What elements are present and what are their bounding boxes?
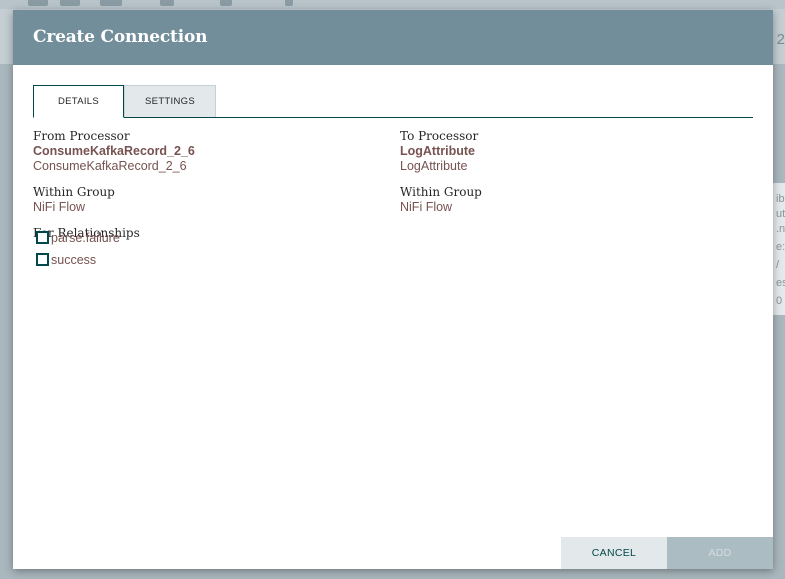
- dialog-title: Create Connection: [33, 27, 208, 47]
- success-label[interactable]: success: [51, 253, 96, 267]
- to-processor-heading: To Processor: [400, 129, 479, 143]
- to-group-heading: Within Group: [400, 185, 482, 199]
- to-processor-section: To Processor LogAttribute LogAttribute W…: [400, 128, 730, 215]
- dialog-header: Create Connection: [13, 10, 773, 65]
- from-processor-name: ConsumeKafkaRecord_2_6: [33, 144, 195, 158]
- background-toolbar: [0, 0, 785, 9]
- from-processor-heading: From Processor: [33, 129, 130, 143]
- parse-failure-label[interactable]: parse.failure: [51, 231, 120, 245]
- success-checkbox[interactable]: [36, 253, 49, 266]
- dialog-tabs: DETAILS SETTINGS: [33, 85, 753, 118]
- to-processor-type: LogAttribute: [400, 159, 468, 173]
- from-group-heading: Within Group: [33, 185, 115, 199]
- add-button[interactable]: ADD: [667, 537, 773, 569]
- to-group-name: NiFi Flow: [400, 200, 453, 214]
- from-group-name: NiFi Flow: [33, 200, 86, 214]
- cancel-button[interactable]: CANCEL: [561, 537, 667, 569]
- tab-settings[interactable]: SETTINGS: [124, 85, 216, 117]
- background-processor-card: ib ut .n e: / es 0: [772, 183, 785, 315]
- from-processor-type: ConsumeKafkaRecord_2_6: [33, 159, 187, 173]
- tab-details[interactable]: DETAILS: [33, 85, 124, 118]
- from-processor-section: From Processor ConsumeKafkaRecord_2_6 Co…: [33, 128, 363, 241]
- to-processor-name: LogAttribute: [400, 144, 475, 158]
- background-edge-text: 2: [776, 31, 785, 48]
- create-connection-dialog: Create Connection DETAILS SETTINGS From …: [13, 10, 773, 569]
- parse-failure-checkbox[interactable]: [36, 231, 49, 244]
